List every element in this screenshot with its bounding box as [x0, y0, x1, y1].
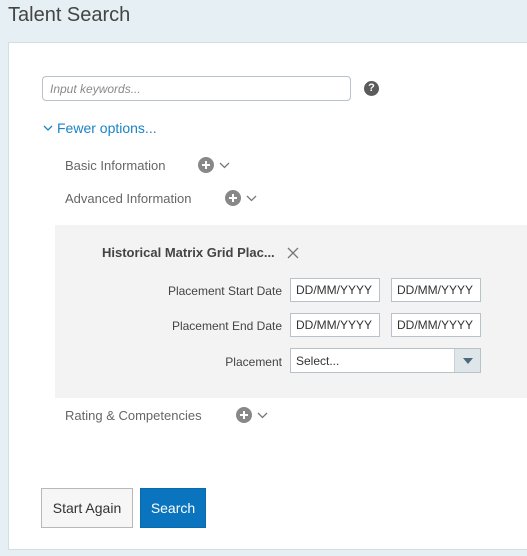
- add-rating-icon[interactable]: [235, 407, 252, 423]
- chevron-down-icon: [43, 125, 53, 131]
- chevron-down-icon[interactable]: [257, 412, 268, 419]
- close-icon[interactable]: [287, 246, 299, 264]
- section-basic-information: Basic Information: [65, 157, 230, 173]
- fewer-options-label: Fewer options...: [57, 120, 157, 136]
- placement-end-label: Placement End Date: [171, 319, 282, 333]
- page-title: Talent Search: [8, 4, 131, 26]
- fewer-options-toggle[interactable]: Fewer options...: [43, 120, 157, 136]
- start-date-to-input[interactable]: [391, 278, 481, 302]
- placement-select-value: Select...: [296, 353, 340, 368]
- start-date-from-input[interactable]: [290, 278, 380, 302]
- add-basic-icon[interactable]: [198, 157, 215, 173]
- matrix-title: Historical Matrix Grid Plac...: [102, 245, 275, 260]
- search-panel: ? Fewer options... Basic Information Adv…: [8, 42, 527, 550]
- placement-start-label: Placement Start Date: [167, 284, 282, 298]
- dropdown-arrow-icon[interactable]: [454, 349, 480, 372]
- section-label-advanced: Advanced Information: [65, 190, 192, 206]
- chevron-down-icon[interactable]: [219, 162, 230, 169]
- section-label-rating: Rating & Competencies: [65, 407, 202, 423]
- chevron-down-icon[interactable]: [246, 195, 257, 202]
- start-again-button[interactable]: Start Again: [41, 488, 133, 528]
- section-advanced-information: Advanced Information: [65, 190, 257, 206]
- placement-label: Placement: [225, 355, 282, 369]
- historical-matrix-criteria: Historical Matrix Grid Plac... Placement…: [55, 225, 527, 398]
- end-date-from-input[interactable]: [290, 313, 380, 337]
- section-label-basic: Basic Information: [65, 157, 166, 173]
- placement-select[interactable]: Select...: [290, 348, 481, 373]
- search-button[interactable]: Search: [140, 488, 206, 528]
- help-icon[interactable]: ?: [364, 81, 379, 96]
- section-rating-competencies: Rating & Competencies: [65, 407, 268, 423]
- keywords-input[interactable]: [42, 76, 351, 101]
- add-advanced-icon[interactable]: [225, 190, 242, 206]
- end-date-to-input[interactable]: [391, 313, 481, 337]
